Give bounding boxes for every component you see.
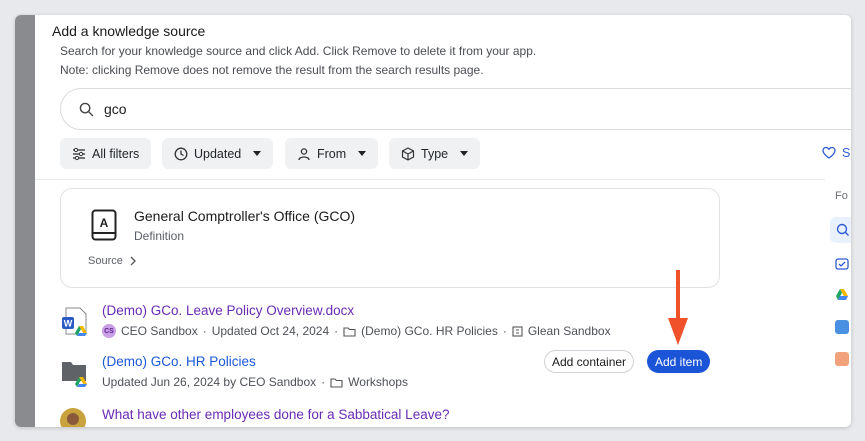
owner-name: CEO Sandbox (121, 324, 198, 338)
search-bar[interactable] (60, 88, 851, 130)
svg-text:W: W (64, 319, 73, 329)
cube-icon (401, 146, 415, 161)
right-panel-label: Fo (835, 190, 848, 202)
folder-icon (330, 377, 343, 388)
list-item[interactable]: (Demo) GCo. HR Policies Updated Jun 26, … (60, 353, 510, 393)
result-title-link[interactable]: What have other employees done for a Sab… (102, 407, 449, 422)
app-window: Add a knowledge source Search for your k… (15, 15, 851, 427)
avatar (60, 408, 86, 427)
source-label: Source (88, 255, 123, 267)
type-filter-label: Type (421, 146, 449, 161)
search-icon (79, 102, 94, 117)
result-meta: CS CEO Sandbox · Updated Oct 24, 2024 · … (102, 324, 611, 338)
folder-drive-icon (62, 362, 87, 387)
result-title-link[interactable]: (Demo) GCo. HR Policies (102, 354, 256, 369)
chevron-down-icon (460, 151, 469, 156)
all-filters-label: All filters (92, 146, 140, 161)
updated-date: Updated Oct 24, 2024 (211, 324, 330, 338)
from-filter-label: From (317, 146, 347, 161)
save-button[interactable]: S (822, 146, 850, 160)
location-name: Glean Sandbox (527, 324, 611, 338)
list-item[interactable]: W (Demo) GCo. Leave Policy Overview.docx… (60, 302, 760, 342)
clock-icon (174, 147, 188, 160)
folder-icon (343, 326, 356, 337)
background-sidebar (15, 15, 35, 427)
person-icon (298, 147, 310, 160)
google-drive-icon[interactable] (835, 288, 849, 302)
chat-check-icon[interactable] (835, 258, 849, 272)
annotation-arrow (668, 270, 688, 345)
word-doc-icon: W (62, 307, 87, 336)
add-container-button[interactable]: Add container (544, 350, 635, 373)
definition-card[interactable]: A General Comptroller's Office (GCO) Def… (60, 188, 720, 288)
building-icon (512, 325, 523, 337)
dialog-note: Note: clicking Remove does not remove th… (60, 63, 484, 77)
right-panel-search-button[interactable] (830, 217, 851, 243)
book-icon: A (91, 209, 117, 241)
search-input[interactable] (104, 98, 404, 120)
updated-filter-label: Updated (194, 146, 242, 161)
updated-filter-dropdown[interactable]: Updated (162, 138, 274, 169)
result-meta: Updated Jun 26, 2024 by CEO Sandbox · Wo… (102, 375, 408, 389)
dialog-title: Add a knowledge source (52, 23, 206, 39)
folder-name: Workshops (348, 375, 408, 389)
dialog-description: Search for your knowledge source and cli… (60, 44, 537, 58)
chevron-down-icon (253, 151, 262, 156)
source-link[interactable]: Source (88, 255, 137, 267)
result-title-link[interactable]: (Demo) GCo. Leave Policy Overview.docx (102, 303, 354, 318)
type-filter-dropdown[interactable]: Type (389, 138, 481, 169)
app-icon-blue[interactable] (835, 320, 849, 334)
definition-type: Definition (134, 229, 185, 243)
heart-icon (822, 146, 836, 159)
chevron-down-icon (358, 151, 367, 156)
filter-icon (73, 147, 85, 160)
chevron-right-icon (130, 256, 136, 266)
book-icon-letter: A (100, 216, 109, 230)
search-icon (836, 223, 849, 236)
updated-date: Updated Jun 26, 2024 by CEO Sandbox (102, 375, 317, 389)
divider (35, 179, 825, 180)
owner-avatar-badge: CS (102, 324, 116, 338)
app-icon-orange[interactable] (835, 352, 849, 366)
all-filters-button[interactable]: All filters (60, 138, 152, 169)
knowledge-source-dialog: Add a knowledge source Search for your k… (35, 15, 851, 427)
from-filter-dropdown[interactable]: From (285, 138, 379, 169)
save-label: S (842, 146, 851, 160)
add-item-button[interactable]: Add item (647, 350, 711, 373)
definition-title: General Comptroller's Office (GCO) (134, 208, 356, 224)
folder-name: (Demo) GCo. HR Policies (361, 324, 498, 338)
